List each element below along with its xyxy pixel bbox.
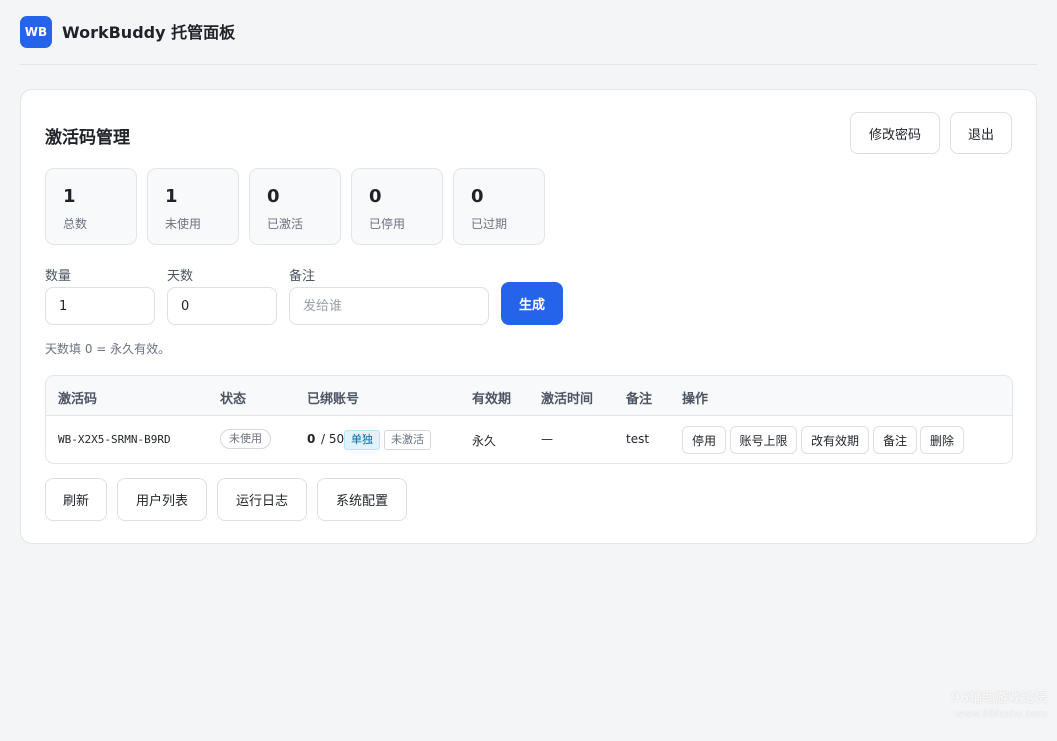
- days-input[interactable]: [167, 287, 277, 325]
- activation-code-panel: 激活码管理 修改密码 退出 1 总数 1 未使用 0 已激活 0 已停用 0 已…: [20, 89, 1037, 544]
- activated-at: —: [541, 432, 553, 446]
- note-label: 备注: [289, 269, 316, 284]
- mode-tag: 单独: [344, 430, 380, 450]
- stat-label: 未使用: [165, 217, 202, 231]
- change-validity-button[interactable]: 改有效期: [801, 426, 869, 454]
- change-password-button[interactable]: 修改密码: [850, 112, 940, 154]
- stat-activated: 0 已激活: [249, 168, 341, 245]
- days-label: 天数: [167, 269, 194, 284]
- edit-note-button[interactable]: 备注: [873, 426, 917, 454]
- stat-value: 0: [369, 186, 382, 207]
- row-note: test: [626, 432, 650, 446]
- stat-value: 0: [267, 186, 280, 207]
- page-title: 激活码管理: [45, 128, 130, 148]
- quantity-label: 数量: [45, 269, 72, 284]
- user-list-button[interactable]: 用户列表: [117, 478, 207, 521]
- column-header: 备注: [626, 392, 653, 407]
- stat-value: 1: [63, 186, 76, 207]
- delete-button[interactable]: 删除: [920, 426, 964, 454]
- watermark: 96辅助游戏论坛 www.96fuzhu.com: [951, 691, 1047, 723]
- column-header: 操作: [682, 392, 709, 407]
- stat-unused: 1 未使用: [147, 168, 239, 245]
- top-bar: WB WorkBuddy 托管面板: [20, 16, 1037, 65]
- stat-value: 1: [165, 186, 178, 207]
- account-limit-button[interactable]: 账号上限: [730, 426, 797, 454]
- column-header: 激活时间: [541, 392, 594, 407]
- run-log-button[interactable]: 运行日志: [217, 478, 307, 521]
- stat-expired: 0 已过期: [453, 168, 545, 245]
- app-logo: WB: [20, 16, 52, 48]
- activation-tag: 未激活: [384, 430, 431, 450]
- activation-code[interactable]: WB-X2X5-SRMN-B9RD: [58, 433, 171, 446]
- table-header: 激活码 状态 已绑账号 有效期 激活时间 备注 操作: [46, 376, 1012, 416]
- stat-label: 已激活: [267, 217, 304, 231]
- stat-value: 0: [471, 186, 484, 207]
- watermark-url: www.96fuzhu.com: [955, 709, 1047, 720]
- column-header: 状态: [220, 392, 247, 407]
- activation-code-table: 激活码 状态 已绑账号 有效期 激活时间 备注 操作 WB-X2X5-SRMN-…: [45, 375, 1013, 464]
- column-header: 激活码: [58, 392, 98, 407]
- watermark-title: 96辅助游戏论坛: [950, 691, 1047, 706]
- days-hint: 天数填 0 = 永久有效。: [45, 342, 171, 356]
- stat-label: 已过期: [471, 217, 508, 231]
- logout-button[interactable]: 退出: [950, 112, 1012, 154]
- stat-label: 已停用: [369, 217, 406, 231]
- note-input[interactable]: [289, 287, 489, 325]
- generate-button[interactable]: 生成: [501, 282, 563, 325]
- disable-button[interactable]: 停用: [682, 426, 726, 454]
- bound-count: 0: [307, 432, 316, 446]
- column-header: 已绑账号: [307, 392, 360, 407]
- refresh-button[interactable]: 刷新: [45, 478, 107, 521]
- status-badge: 未使用: [220, 429, 271, 449]
- stat-label: 总数: [63, 217, 88, 231]
- validity: 永久: [472, 434, 497, 448]
- app-title: WorkBuddy 托管面板: [62, 23, 236, 42]
- system-config-button[interactable]: 系统配置: [317, 478, 407, 521]
- column-header: 有效期: [472, 392, 512, 407]
- stat-disabled: 0 已停用: [351, 168, 443, 245]
- bound-limit: / 50: [321, 432, 345, 446]
- quantity-input[interactable]: [45, 287, 155, 325]
- stat-total: 1 总数: [45, 168, 137, 245]
